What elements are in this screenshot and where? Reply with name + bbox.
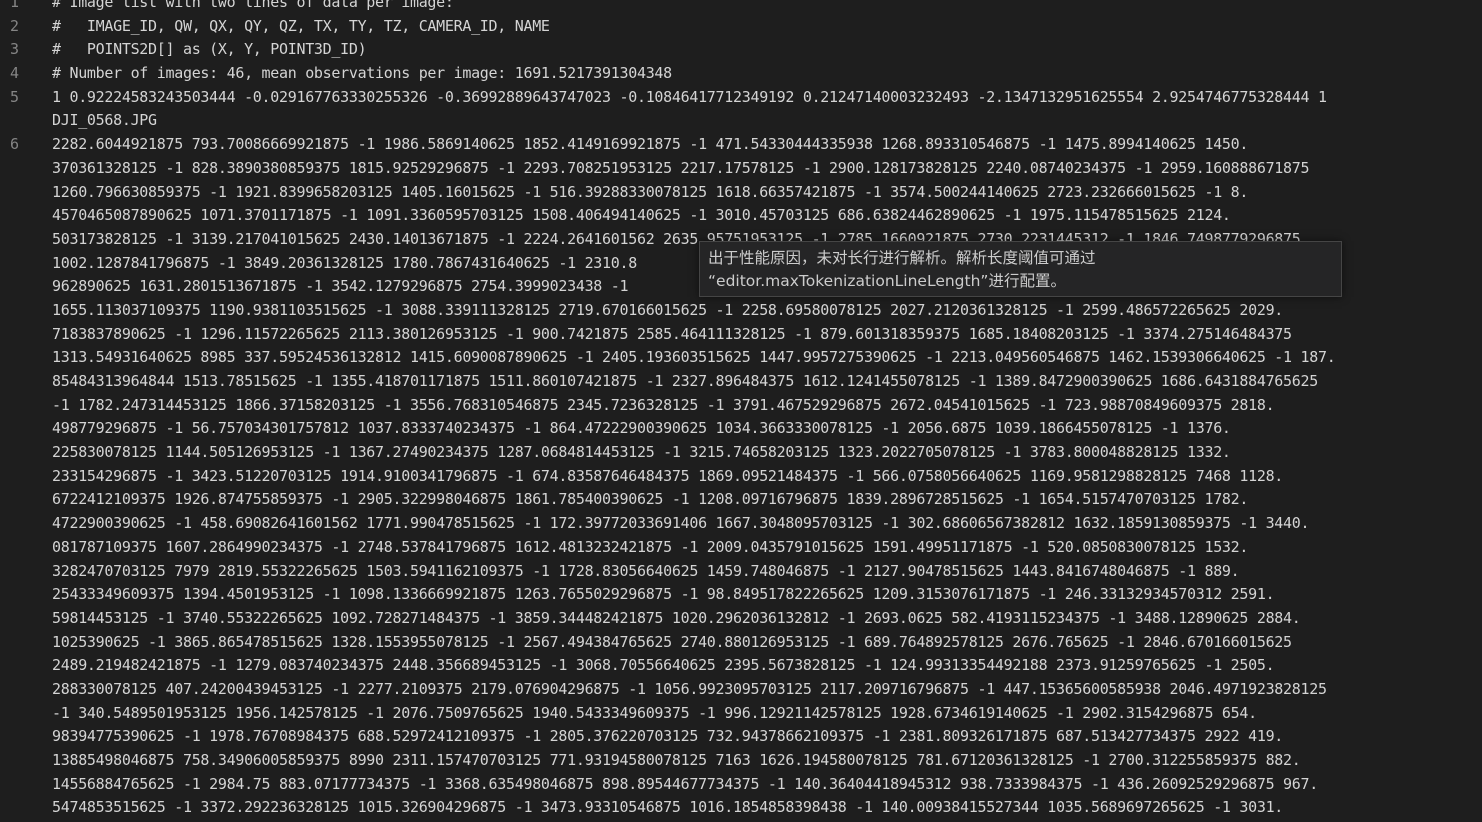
wrapped-text-segment: 4570465087890625 1071.3701171875 -1 1091… <box>52 206 1231 225</box>
line-gutter: 5 <box>0 86 52 133</box>
line-gutter: 1 <box>0 0 52 15</box>
code-editor[interactable]: 1 # Image list with two lines of data per… <box>0 0 1482 822</box>
line-gutter: 6 <box>0 133 52 822</box>
line-number: 2 <box>9 16 19 35</box>
line-number: 5 <box>9 87 19 106</box>
wrapped-text-segment: 225830078125 1144.505126953125 -1 1367.2… <box>52 443 1231 462</box>
wrapped-text-segment: -1 1782.247314453125 1866.37158203125 -1… <box>52 395 1275 414</box>
wrapped-text-segment: 3282470703125 7979 2819.55322265625 1503… <box>52 561 1240 580</box>
line-content[interactable]: # Number of images: 46, mean observation… <box>52 62 1482 86</box>
wrapped-text-segment: 2489.219482421875 -1 1279.083740234375 2… <box>52 656 1275 675</box>
wrapped-text-segment: 5474853515625 -1 3372.292236328125 1015.… <box>52 798 1284 817</box>
wrapped-text-segment: -1 340.5489501953125 1956.142578125 -1 2… <box>52 703 1257 722</box>
wrapped-text-segment: 370361328125 -1 828.3890380859375 1815.9… <box>52 158 1310 177</box>
wrapped-text-segment: 14556884765625 -1 2984.75 883.0717773437… <box>52 774 1318 793</box>
editor-line[interactable]: 3 # POINTS2D[] as (X, Y, POINT3D_ID) <box>0 38 1482 62</box>
wrapped-text-segment: 1260.796630859375 -1 1921.8399658203125 … <box>52 182 1249 201</box>
editor-scroll-area[interactable]: 1 # Image list with two lines of data per… <box>0 0 1482 822</box>
wrapped-text-segment: 498779296875 -1 56.757034301757812 1037.… <box>52 419 1231 438</box>
wrapped-text-segment: 13885498046875 758.34906005859375 8990 2… <box>52 751 1301 769</box>
hover-message-line-2: “editor.maxTokenizationLineLength”进行配置。 <box>708 272 1066 290</box>
line-number: 6 <box>9 135 19 154</box>
line-number: 3 <box>9 40 19 59</box>
line-gutter: 3 <box>0 38 52 62</box>
wrapped-text-segment: 4722900390625 -1 458.69082641601562 1771… <box>52 514 1310 533</box>
wrapped-text-segment: 25433349609375 1394.4501953125 -1 1098.1… <box>52 585 1275 604</box>
tokenization-hover-tooltip: 出于性能原因，未对长行进行解析。解析长度阈值可通过 “editor.maxTok… <box>699 241 1342 297</box>
line-content[interactable]: 1 0.92224583243503444 -0.029167763330255… <box>52 86 1482 133</box>
wrapped-text-segment: 59814453125 -1 3740.55322265625 1092.728… <box>52 608 1301 627</box>
wrapped-text-segment: 233154296875 -1 3423.51220703125 1914.91… <box>52 466 1284 485</box>
line-gutter: 4 <box>0 62 52 86</box>
wrapped-text-segment: # POINTS2D[] as (X, Y, POINT3D_ID) <box>52 40 367 59</box>
wrapped-text-segment: 7183837890625 -1 1296.11572265625 2113.3… <box>52 324 1292 343</box>
line-content[interactable]: 2282.6044921875 793.70086669921875 -1 19… <box>52 133 1482 822</box>
wrapped-text-segment: 1313.54931640625 8985 337.59524536132812… <box>52 348 1336 367</box>
wrapped-text-segment: DJI_0568.JPG <box>52 111 157 130</box>
wrapped-text-segment: # Image list with two lines of data per … <box>52 0 454 11</box>
editor-line[interactable]: 5 1 0.92224583243503444 -0.02916776333025… <box>0 86 1482 133</box>
wrapped-text-segment: 1 0.92224583243503444 -0.029167763330255… <box>52 87 1327 106</box>
wrapped-text-segment: 98394775390625 -1 1978.76708984375 688.5… <box>52 727 1284 746</box>
line-content[interactable]: # IMAGE_ID, QW, QX, QY, QZ, TX, TY, TZ, … <box>52 15 1482 39</box>
wrapped-text-segment: 1655.113037109375 1190.9381103515625 -1 … <box>52 300 1284 319</box>
editor-line[interactable]: 4 # Number of images: 46, mean observatio… <box>0 62 1482 86</box>
wrapped-text-segment: # IMAGE_ID, QW, QX, QY, QZ, TX, TY, TZ, … <box>52 16 550 35</box>
editor-line[interactable]: 1 # Image list with two lines of data per… <box>0 0 1482 15</box>
line-content[interactable]: # POINTS2D[] as (X, Y, POINT3D_ID) <box>52 38 1482 62</box>
hover-message-line-1: 出于性能原因，未对长行进行解析。解析长度阈值可通过 <box>708 249 1096 267</box>
wrapped-text-segment: 288330078125 407.24200439453125 -1 2277.… <box>52 679 1327 698</box>
wrapped-text-segment: 6722412109375 1926.874755859375 -1 2905.… <box>52 490 1249 509</box>
line-number: 1 <box>9 0 19 11</box>
wrapped-text-segment: 2282.6044921875 793.70086669921875 -1 19… <box>52 135 1249 154</box>
editor-line[interactable]: 2 # IMAGE_ID, QW, QX, QY, QZ, TX, TY, TZ,… <box>0 15 1482 39</box>
line-number: 4 <box>9 64 19 83</box>
line-content[interactable]: # Image list with two lines of data per … <box>52 0 1482 15</box>
wrapped-text-segment: 081787109375 1607.2864990234375 -1 2748.… <box>52 537 1249 556</box>
editor-line[interactable]: 6 2282.6044921875 793.70086669921875 -1 1… <box>0 133 1482 822</box>
wrapped-text-segment: 1025390625 -1 3865.865478515625 1328.155… <box>52 632 1292 651</box>
wrapped-text-segment: 85484313964844 1513.78515625 -1 1355.418… <box>52 372 1318 390</box>
line-gutter: 2 <box>0 15 52 39</box>
wrapped-text-segment: # Number of images: 46, mean observation… <box>52 64 672 83</box>
